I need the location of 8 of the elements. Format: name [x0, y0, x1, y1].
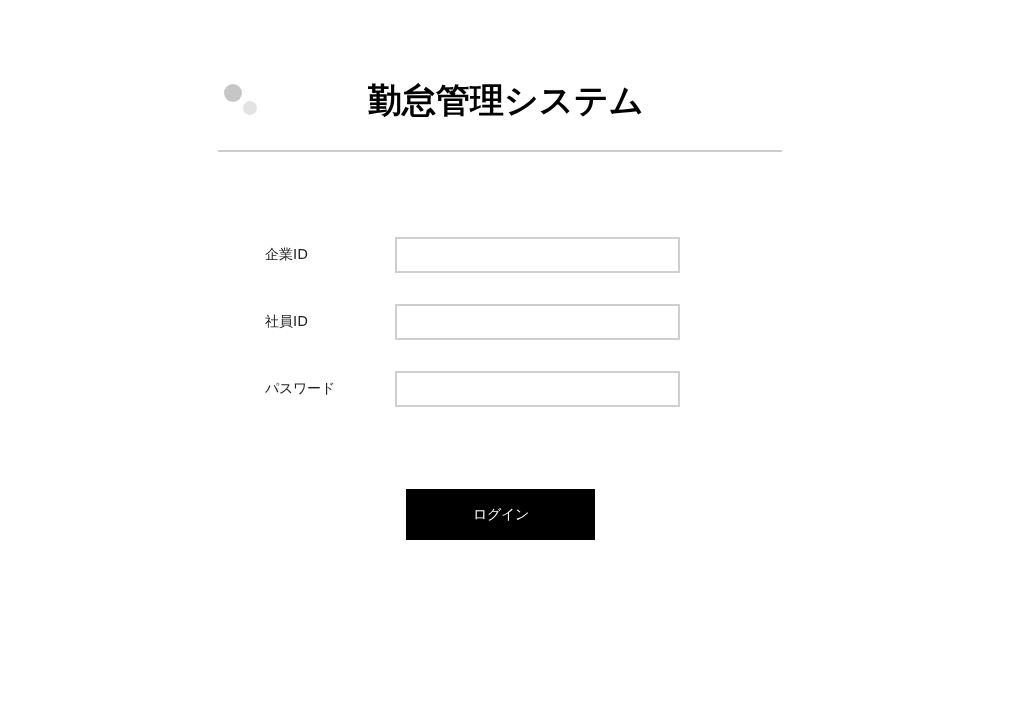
- field-label: 企業ID: [265, 246, 309, 264]
- field-label: パスワード: [265, 380, 336, 398]
- app-title: 勤怠管理システム: [368, 82, 644, 120]
- login-button[interactable]: ログイン: [406, 489, 595, 540]
- input-field[interactable]: [395, 371, 680, 407]
- field-label: 社員ID: [265, 313, 309, 331]
- input-field[interactable]: [395, 304, 680, 340]
- input-field[interactable]: [395, 237, 680, 273]
